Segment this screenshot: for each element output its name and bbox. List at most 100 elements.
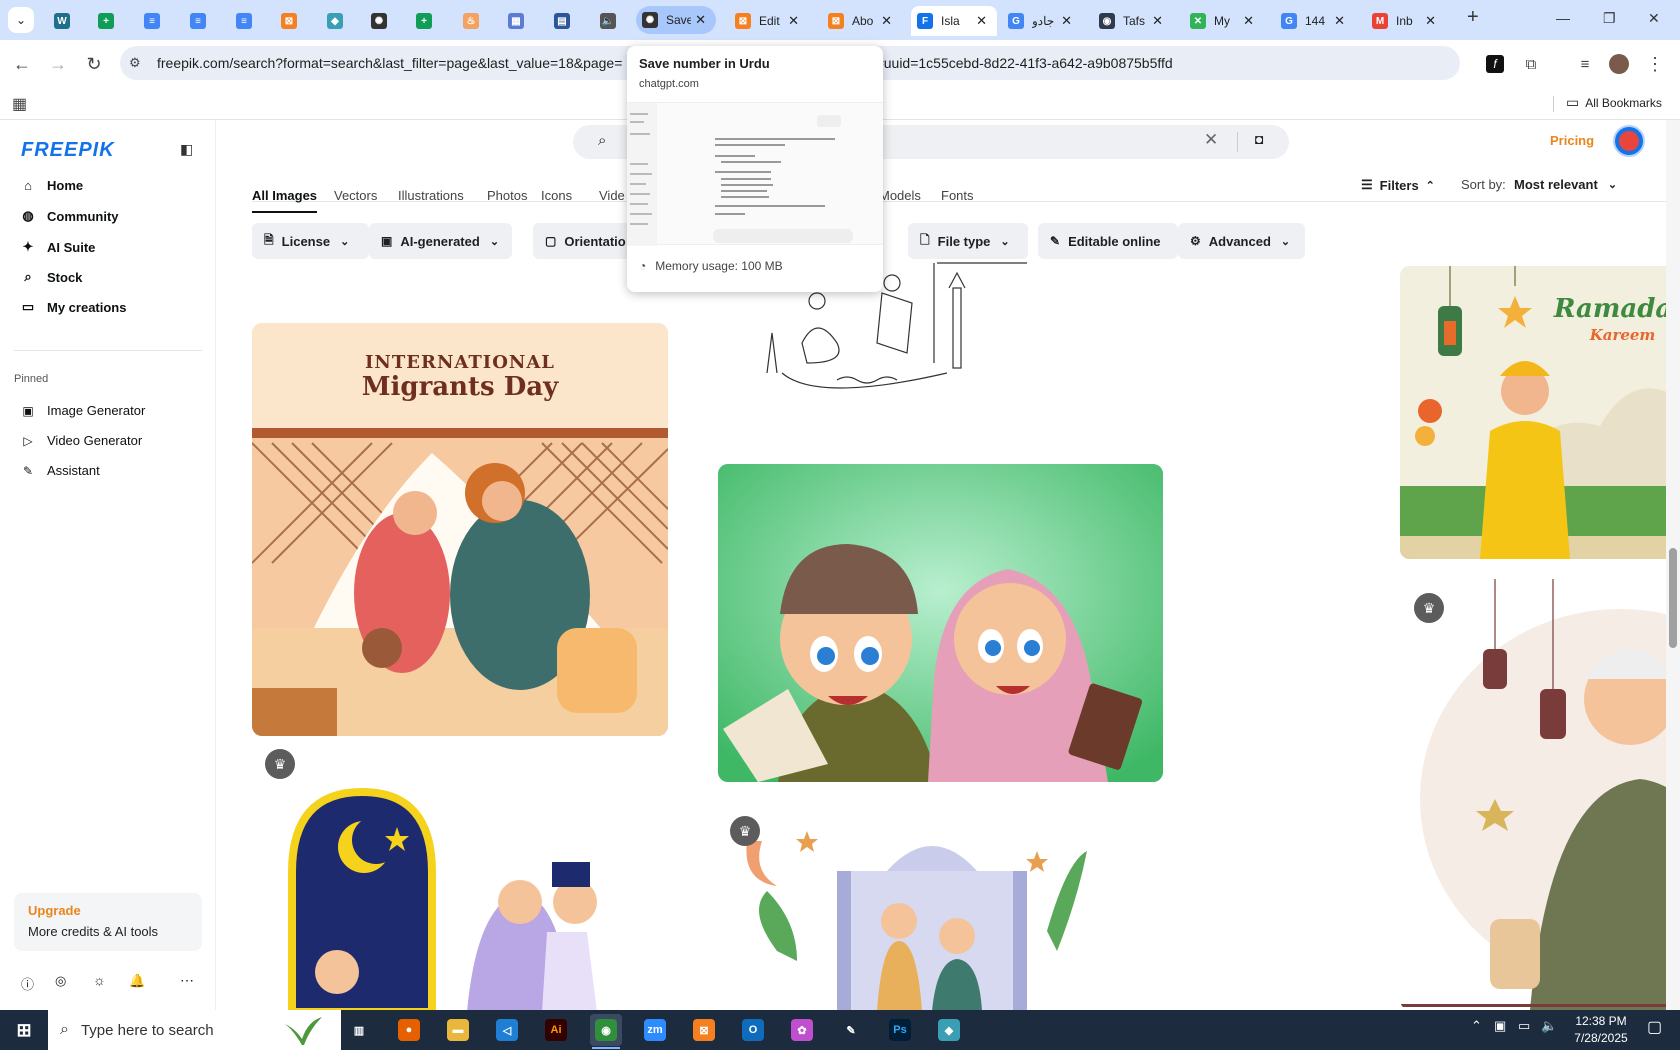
firefox-icon[interactable]: ● (393, 1014, 425, 1046)
filter-chip-file-type[interactable]: 🗋 File type ⌄ (908, 223, 1028, 259)
close-tab-icon[interactable]: ✕ (877, 13, 896, 29)
pinned-item-video-generator[interactable]: ▷ Video Generator (20, 433, 142, 448)
site-info-icon[interactable]: ⚙ (129, 55, 141, 71)
sidebar-item-ai-suite[interactable]: ✦ AI Suite (20, 239, 96, 255)
browser-tab[interactable]: ⊠ (275, 6, 311, 36)
outlook-icon[interactable]: O (737, 1014, 769, 1046)
user-avatar[interactable] (1613, 125, 1645, 157)
extension-font-button[interactable]: f (1481, 50, 1509, 78)
camera-search-icon[interactable]: ◘ (1255, 131, 1263, 147)
browser-tab[interactable]: G جادو ✕ (1002, 6, 1082, 36)
browser-tab[interactable]: G 144 ✕ (1275, 6, 1355, 36)
paint-app-icon[interactable]: ✿ (786, 1014, 818, 1046)
freepik-logo[interactable]: FREEPIK (21, 139, 115, 162)
close-tab-icon[interactable]: ✕ (784, 13, 803, 29)
apps-grid-icon[interactable]: ▦ (12, 94, 27, 114)
vscode-icon[interactable]: ◁ (491, 1014, 523, 1046)
browser-tab[interactable]: ⊠ Edit ✕ (729, 6, 809, 36)
sidebar-item-community[interactable]: ◍ Community (20, 208, 118, 224)
content-tab[interactable]: Models (879, 188, 921, 203)
clock[interactable]: 12:38 PM 7/28/2025 (1563, 1013, 1639, 1047)
close-tab-icon[interactable]: ✕ (1239, 13, 1258, 29)
filter-chip-orientatio[interactable]: ▢ Orientatio (533, 223, 639, 259)
upgrade-card[interactable]: Upgrade More credits & AI tools (14, 893, 202, 951)
page-scrollbar[interactable] (1666, 120, 1680, 1010)
tray-volume-icon[interactable]: 🔈 (1541, 1018, 1557, 1034)
close-tab-icon[interactable]: ✕ (1057, 13, 1076, 29)
pinned-item-image-generator[interactable]: ▣ Image Generator (20, 403, 145, 418)
browser-tab[interactable]: ▦ (502, 6, 538, 36)
filter-chip-editable-online[interactable]: ✎ Editable online (1038, 223, 1178, 259)
notifications-icon[interactable]: ▢ (1647, 1017, 1662, 1037)
filter-chip-advanced[interactable]: ⚙ Advanced ⌄ (1178, 223, 1305, 259)
image-card-man-praying[interactable] (1400, 579, 1666, 1010)
clear-search-icon[interactable]: ✕ (1204, 130, 1218, 150)
browser-tab[interactable]: ◉ Tafs ✕ (1093, 6, 1173, 36)
media-controls-button[interactable]: ≡ (1571, 50, 1599, 78)
close-tab-icon[interactable]: ✕ (1148, 13, 1167, 29)
image-card-night-family[interactable] (252, 752, 668, 1010)
browser-tab[interactable]: ⊠ Abo ✕ (822, 6, 902, 36)
sidebar-item-home[interactable]: ⌂ Home (20, 178, 83, 193)
photoshop-icon[interactable]: Ps (884, 1014, 916, 1046)
start-button[interactable]: ⊞ (8, 1014, 40, 1046)
file-explorer-icon[interactable]: ▬ (442, 1014, 474, 1046)
profile-button[interactable] (1605, 50, 1633, 78)
reload-button[interactable]: ↻ (80, 50, 108, 78)
pinned-item-assistant[interactable]: ✎ Assistant (20, 463, 100, 478)
browser-menu-button[interactable]: ⋮ (1641, 50, 1669, 78)
close-tab-icon[interactable]: ✕ (972, 13, 991, 29)
browser-tab[interactable]: ♨ (457, 6, 493, 36)
forward-button[interactable]: → (44, 50, 72, 78)
browser-tab[interactable]: + (92, 6, 128, 36)
tray-network-icon[interactable]: ▭ (1518, 1018, 1530, 1034)
filters-button[interactable]: ☰ Filters ⌃ (1361, 177, 1435, 193)
browser-tab[interactable]: ✺ Save ✕ (636, 6, 716, 34)
content-tab[interactable]: Photos (487, 188, 527, 203)
image-card-migrants-day[interactable]: INTERNATIONAL Migrants Day (252, 323, 668, 736)
browser-tab[interactable]: ≡ (138, 6, 174, 36)
tray-display-icon[interactable]: ▣ (1494, 1018, 1506, 1034)
scroll-thumb[interactable] (1669, 548, 1677, 648)
content-tab[interactable]: Illustrations (398, 188, 464, 203)
discord-icon[interactable]: ◎ (55, 973, 66, 989)
minimize-button[interactable]: — (1556, 10, 1570, 26)
close-window-button[interactable]: ✕ (1648, 10, 1660, 27)
content-tab[interactable]: Icons (541, 188, 572, 203)
pen-tool-icon[interactable]: ✎ (835, 1014, 867, 1046)
close-tab-icon[interactable]: ✕ (1330, 13, 1349, 29)
task-view-icon[interactable]: ▥ (343, 1014, 375, 1046)
filter-chip-ai-generated[interactable]: ▣ AI-generated ⌄ (369, 223, 512, 259)
bell-icon[interactable]: 🔔 (129, 973, 145, 989)
browser-tab[interactable]: F Isla ✕ (911, 6, 997, 36)
theme-icon[interactable]: ☼ (93, 972, 106, 988)
image-card-ramadan-kareem[interactable]: Ramadan Kareem (1400, 266, 1666, 559)
close-tab-icon[interactable]: ✕ (1421, 13, 1440, 29)
illustrator-icon[interactable]: Ai (540, 1014, 572, 1046)
close-tab-icon[interactable]: ✕ (691, 12, 710, 28)
browser-tab[interactable]: 🔈 (594, 6, 630, 36)
taskbar-search-box[interactable]: ⌕ Type here to search (48, 1010, 341, 1050)
browser-tab[interactable]: ≡ (184, 6, 220, 36)
sidebar-item-stock[interactable]: ⌕ Stock (20, 269, 82, 285)
content-tab[interactable]: Fonts (941, 188, 974, 203)
content-tab[interactable]: Vectors (334, 188, 377, 203)
content-tab[interactable]: All Images (252, 188, 318, 213)
new-tab-button[interactable]: + (1467, 6, 1479, 29)
browser-tab[interactable]: M Inb ✕ (1366, 6, 1446, 36)
image-card-kids-reading[interactable] (718, 464, 1163, 782)
browser-tab[interactable]: ✺ (365, 6, 401, 36)
chrome-icon[interactable]: ◉ (590, 1014, 622, 1049)
xampp-icon[interactable]: ⊠ (688, 1014, 720, 1046)
back-button[interactable]: ← (8, 50, 36, 78)
more-icon[interactable]: ⋯ (180, 972, 194, 989)
zoom-icon[interactable]: zm (639, 1014, 671, 1046)
app-diamond-icon[interactable]: ◆ (933, 1014, 965, 1046)
content-tab[interactable]: Vide (599, 188, 625, 203)
restore-button[interactable]: ❐ (1603, 10, 1616, 27)
tray-chevron-icon[interactable]: ⌃ (1471, 1018, 1482, 1034)
extensions-button[interactable]: ⧉ (1517, 50, 1545, 78)
collapse-sidebar-button[interactable]: ◧ (180, 141, 193, 158)
filter-chip-license[interactable]: 🗎 License ⌄ (252, 223, 369, 259)
browser-tab[interactable]: ✕ My ✕ (1184, 6, 1264, 36)
